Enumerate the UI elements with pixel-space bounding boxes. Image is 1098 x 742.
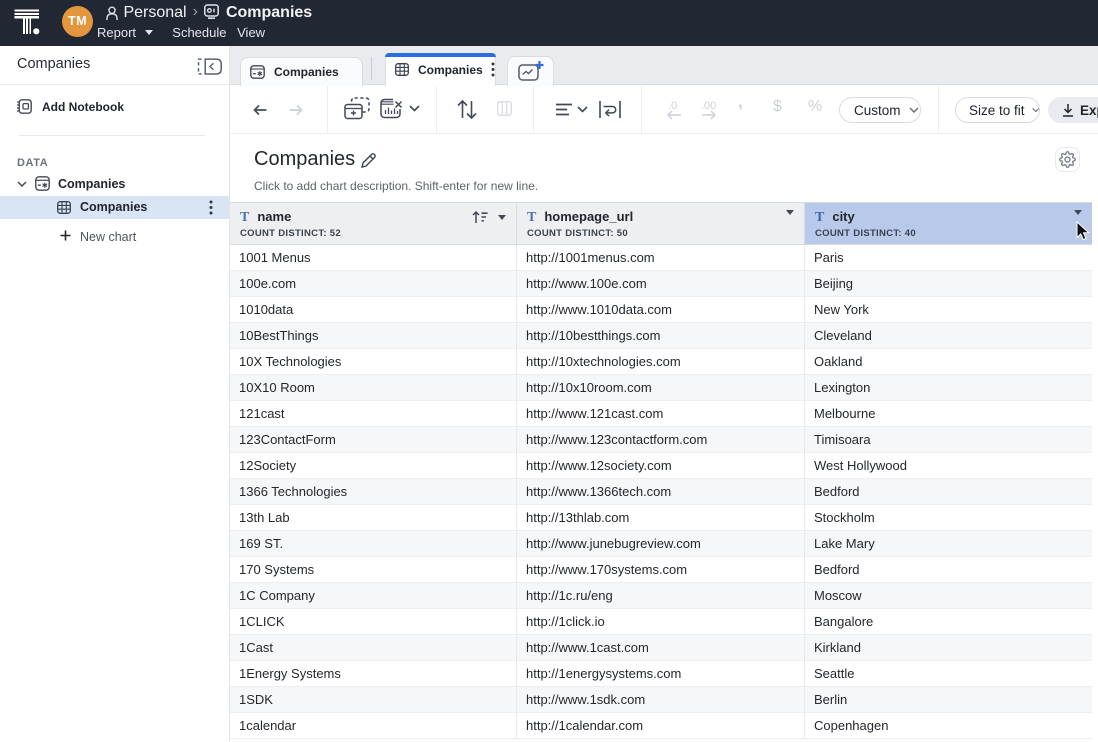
svg-text:.0: .0 <box>668 100 677 112</box>
svg-text:.00: .00 <box>701 100 716 112</box>
